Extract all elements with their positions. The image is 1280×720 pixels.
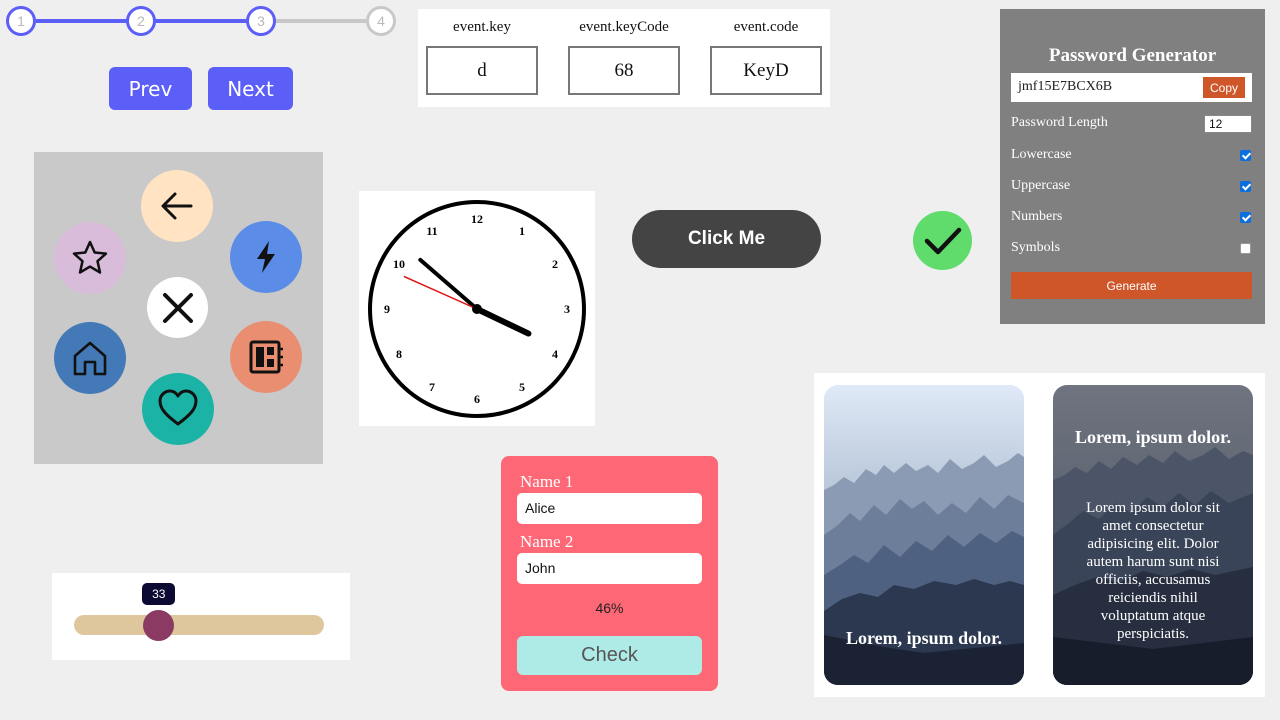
- clock-numeral: 1: [519, 224, 525, 238]
- length-label: Password Length: [1011, 115, 1108, 130]
- card-back-text: Lorem ipsum dolor sit amet consectetur a…: [1086, 500, 1220, 642]
- lightning-icon: [257, 241, 275, 273]
- card-back-title: Lorem, ipsum dolor.: [1074, 427, 1232, 447]
- key-label: event.key: [453, 19, 511, 35]
- keycode-value: 68: [568, 46, 680, 95]
- name1-input[interactable]: Alice: [517, 493, 702, 524]
- symbols-label: Symbols: [1011, 240, 1061, 255]
- checkmark-icon: [924, 227, 961, 254]
- lightning-button[interactable]: [230, 221, 302, 293]
- symbols-checkbox[interactable]: [1240, 243, 1251, 254]
- name2-label: Name 2: [520, 532, 574, 551]
- names-form: Name 1 Alice Name 2 John 46% Check: [501, 456, 718, 691]
- copy-button[interactable]: Copy: [1203, 77, 1245, 98]
- option-lowercase: Lowercase: [1011, 146, 1252, 166]
- password-generator-title: Password Generator: [1048, 45, 1217, 66]
- slider-track[interactable]: [74, 615, 324, 635]
- success-indicator: [913, 211, 972, 270]
- clock-numeral: 10: [393, 257, 405, 271]
- code-value: KeyD: [710, 46, 822, 95]
- dashboard-button[interactable]: [230, 321, 302, 393]
- star-icon: [72, 240, 108, 274]
- lowercase-label: Lowercase: [1011, 147, 1072, 162]
- key-value: d: [426, 46, 538, 95]
- slider-thumb[interactable]: [143, 610, 175, 641]
- card-front[interactable]: Lorem, ipsum dolor.: [824, 385, 1024, 685]
- clock-numeral: 2: [552, 257, 558, 271]
- keycode-column: event.keyCode 68: [568, 19, 680, 95]
- result-percentage: 46%: [595, 600, 624, 616]
- key-column: event.key d: [426, 19, 538, 95]
- name2-input[interactable]: John: [517, 553, 702, 584]
- clock-numeral: 5: [519, 380, 525, 394]
- home-button[interactable]: [54, 322, 126, 394]
- lowercase-checkbox[interactable]: [1240, 150, 1251, 161]
- password-length-input[interactable]: 12: [1204, 115, 1252, 133]
- card-back[interactable]: Lorem, ipsum dolor. Lorem ipsum dolor si…: [1053, 385, 1253, 685]
- clock-center: [472, 304, 482, 314]
- clock-numeral: 3: [564, 302, 570, 316]
- close-icon: [162, 292, 193, 323]
- numbers-checkbox[interactable]: [1240, 212, 1251, 223]
- generate-button[interactable]: Generate: [1011, 272, 1252, 299]
- dashboard-icon: [249, 340, 283, 374]
- range-slider: 33: [52, 573, 350, 660]
- clock-numeral: 12: [471, 212, 483, 226]
- code-label: event.code: [733, 19, 799, 35]
- back-button[interactable]: [141, 170, 213, 242]
- clock-numeral: 8: [396, 347, 402, 361]
- clock-face: 121234567891011: [368, 200, 586, 418]
- option-numbers: Numbers: [1011, 208, 1252, 228]
- step-1: 1: [6, 6, 36, 36]
- check-button[interactable]: Check: [517, 636, 702, 675]
- step-connector: [36, 19, 128, 23]
- step-connector: [276, 19, 367, 23]
- keycode-label: event.keyCode: [579, 19, 669, 35]
- code-column: event.code KeyD: [710, 19, 822, 95]
- heart-button[interactable]: [142, 373, 214, 445]
- next-button[interactable]: Next: [208, 67, 293, 110]
- star-button[interactable]: [54, 222, 126, 294]
- name1-label: Name 1: [520, 472, 574, 491]
- card-front-title: Lorem, ipsum dolor.: [845, 628, 1003, 648]
- numbers-label: Numbers: [1011, 209, 1063, 224]
- click-me-button[interactable]: Click Me: [632, 210, 821, 268]
- clock-numeral: 4: [552, 347, 558, 361]
- home-icon: [73, 341, 107, 376]
- step-2: 2: [126, 6, 156, 36]
- clock-numeral: 7: [429, 380, 435, 394]
- password-output[interactable]: jmf15E7BCX6B Copy: [1011, 73, 1252, 102]
- close-button[interactable]: [147, 277, 208, 338]
- cards-container: Lorem, ipsum dolor. Lorem, ipsum dolor. …: [814, 373, 1265, 697]
- step-4: 4: [366, 6, 396, 36]
- option-symbols: Symbols: [1011, 239, 1252, 259]
- password-text: jmf15E7BCX6B: [1018, 79, 1113, 94]
- circle-menu: [34, 152, 323, 464]
- prev-button[interactable]: Prev: [109, 67, 192, 110]
- password-generator: Password Generator jmf15E7BCX6B Copy Pas…: [1000, 9, 1265, 324]
- clock-numeral: 11: [426, 224, 437, 238]
- length-row: Password Length 12: [1011, 114, 1252, 134]
- clock-numeral: 9: [384, 302, 390, 316]
- key-event-panel: event.key d event.keyCode 68 event.code …: [418, 9, 830, 107]
- step-3: 3: [246, 6, 276, 36]
- heart-icon: [158, 389, 198, 426]
- uppercase-label: Uppercase: [1011, 178, 1071, 193]
- back-arrow-icon: [161, 192, 193, 220]
- clock-numeral: 6: [474, 392, 480, 406]
- analog-clock: 12 1 2 3 4 5 6 7 8 9 10 11: [359, 191, 595, 426]
- step-connector: [155, 19, 249, 23]
- uppercase-checkbox[interactable]: [1240, 181, 1251, 192]
- option-uppercase: Uppercase: [1011, 177, 1252, 197]
- slider-value-tooltip: 33: [142, 583, 176, 605]
